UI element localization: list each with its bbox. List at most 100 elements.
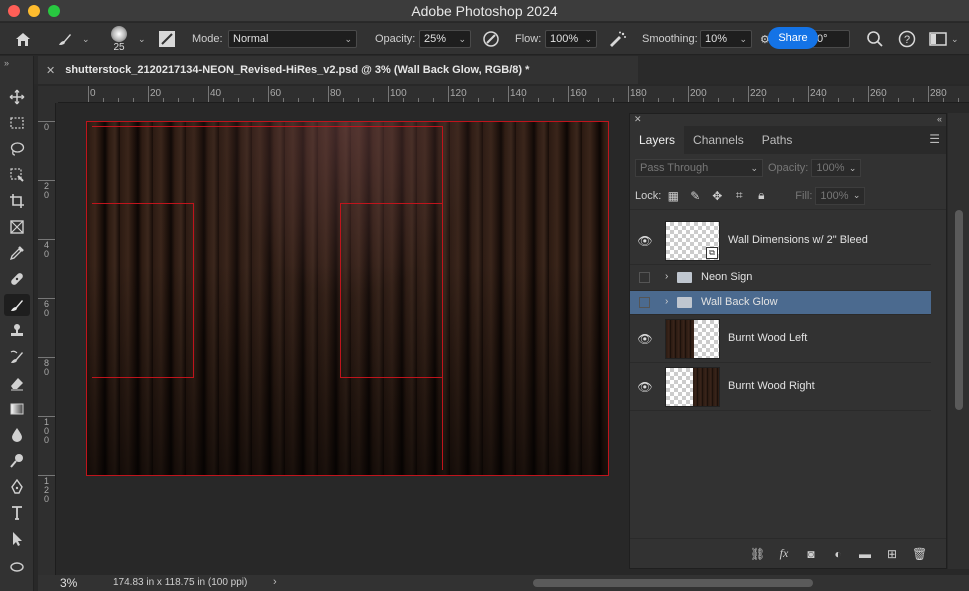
mode-select[interactable]: Normal ⌄ (228, 30, 357, 48)
link-layers-icon[interactable]: ⛓︎ (750, 547, 765, 561)
brush-tool[interactable] (4, 294, 30, 316)
close-window-button[interactable] (8, 5, 20, 17)
pen-tool[interactable] (4, 476, 30, 498)
eyedropper-tool[interactable] (4, 242, 30, 264)
add-mask-icon[interactable]: ◙ (804, 547, 818, 561)
tab-paths[interactable]: Paths (753, 126, 802, 154)
frame-tool[interactable] (4, 216, 30, 238)
close-icon[interactable]: ✕ (46, 64, 55, 77)
tab-layers[interactable]: Layers (630, 126, 685, 154)
eye-icon[interactable]: 👁︎ (637, 380, 653, 394)
type-tool[interactable] (4, 502, 30, 524)
visibility-toggle[interactable] (639, 272, 650, 283)
search-button[interactable] (866, 23, 884, 55)
ruler-minor-tick (463, 98, 464, 102)
ruler-minor-tick (763, 98, 764, 102)
delete-layer-icon[interactable]: 🗑︎ (912, 547, 927, 561)
minimize-window-button[interactable] (28, 5, 40, 17)
ruler-minor-tick (418, 98, 419, 102)
ruler-minor-tick (283, 98, 284, 102)
move-tool[interactable] (4, 86, 30, 108)
eye-icon[interactable]: 👁︎ (637, 332, 653, 346)
object-selection-tool[interactable] (4, 164, 30, 186)
eye-icon[interactable]: 👁︎ (637, 234, 653, 248)
document-tab[interactable]: ✕ shutterstock_2120217134-NEON_Revised-H… (38, 56, 638, 84)
chevron-down-icon[interactable]: ⌄ (138, 34, 146, 45)
path-selection-tool[interactable] (4, 528, 30, 550)
zoom-window-button[interactable] (48, 5, 60, 17)
layer-row-burnt-wood-left[interactable]: 👁︎ Burnt Wood Left (630, 315, 931, 363)
collapse-toolbar-icon[interactable]: » (4, 58, 9, 68)
lasso-tool[interactable] (4, 138, 30, 160)
airbrush-toggle[interactable] (607, 23, 627, 55)
flow-field[interactable]: 100% ⌄ (545, 30, 597, 48)
ruler-minor-tick (613, 98, 614, 102)
help-button[interactable]: ? (898, 23, 916, 55)
clone-stamp-tool[interactable] (4, 320, 30, 342)
new-group-icon[interactable]: ▬ (858, 547, 872, 561)
eraser-tool[interactable] (4, 372, 30, 394)
lock-artboard-icon[interactable]: ⌗ (733, 188, 745, 203)
blur-tool[interactable] (4, 424, 30, 446)
ruler-tick-mark (88, 86, 89, 102)
vertical-scrollbar[interactable] (955, 210, 963, 410)
shape-tool[interactable] (4, 554, 30, 576)
share-button[interactable]: Share (768, 27, 818, 49)
fill-field[interactable]: 100% ⌄ (815, 186, 866, 205)
lock-image-pixels-icon[interactable]: ✎ (689, 189, 701, 203)
gradient-tool[interactable] (4, 398, 30, 420)
horizontal-scrollbar[interactable] (533, 579, 813, 587)
brush-settings-toggle[interactable] (158, 23, 176, 55)
ruler-minor-tick (238, 98, 239, 102)
layer-row-neon-sign[interactable]: › Neon Sign (630, 265, 931, 291)
zoom-level[interactable]: 3% (60, 576, 77, 590)
ruler-minor-tick (493, 98, 494, 102)
pressure-opacity-toggle[interactable] (482, 23, 500, 55)
ruler-tick-label: 0 (44, 122, 50, 132)
layer-row-burnt-wood-right[interactable]: 👁︎ Burnt Wood Right (630, 363, 931, 411)
tab-channels[interactable]: Channels (684, 126, 753, 154)
ruler-tick-mark (928, 86, 929, 102)
adjustment-layer-icon[interactable]: ◐ (831, 547, 845, 561)
crop-tool[interactable] (4, 190, 30, 212)
chevron-down-icon: ⌄ (739, 33, 747, 44)
opacity-field[interactable]: 25% ⌄ (419, 30, 471, 48)
layer-row-wall-dimensions[interactable]: 👁︎ ⧉ Wall Dimensions w/ 2" Bleed (630, 217, 931, 265)
smoothing-field[interactable]: 10% ⌄ (700, 30, 752, 48)
ruler-tick-mark (268, 86, 269, 102)
chevron-down-icon: ⌄ (750, 162, 758, 173)
layer-opacity-field[interactable]: 100% ⌄ (811, 159, 862, 177)
workspace-switcher[interactable]: ⌄ (929, 23, 959, 55)
chevron-right-icon[interactable]: › (665, 271, 668, 282)
layer-row-wall-back-glow[interactable]: › Wall Back Glow (630, 291, 931, 315)
layer-style-icon[interactable]: fx (777, 546, 791, 561)
tool-preset-picker[interactable]: ⌄ (56, 23, 90, 55)
mode-label: Mode: (192, 33, 223, 45)
new-layer-icon[interactable]: ⊞ (885, 547, 899, 561)
title-bar: Adobe Photoshop 2024 (0, 0, 969, 22)
panel-menu-icon[interactable]: ☰ (929, 132, 940, 146)
ruler-tick-label: 4 0 (44, 240, 50, 259)
chevron-right-icon[interactable]: › (273, 576, 277, 588)
eyedropper-icon (9, 246, 24, 261)
chevron-right-icon[interactable]: › (665, 296, 668, 307)
lock-transparent-pixels-icon[interactable]: ▦ (667, 189, 679, 203)
healing-brush-tool[interactable] (4, 268, 30, 290)
brush-size-picker[interactable]: 25 (111, 23, 127, 55)
lock-position-icon[interactable]: ✥ (711, 189, 723, 203)
ruler-tick-label: 260 (870, 88, 887, 99)
ruler-minor-tick (223, 98, 224, 102)
history-brush-tool[interactable] (4, 346, 30, 368)
lock-all-icon[interactable]: 🔒︎ (755, 188, 767, 203)
dodge-tool[interactable] (4, 450, 30, 472)
close-panel-icon[interactable]: ✕ (634, 114, 642, 126)
home-button[interactable] (14, 23, 32, 55)
blend-mode-select[interactable]: Pass Through ⌄ (635, 159, 763, 177)
marquee-tool[interactable] (4, 112, 30, 134)
help-icon: ? (898, 30, 916, 48)
visibility-toggle[interactable] (639, 297, 650, 308)
collapse-panel-icon[interactable]: « (937, 114, 942, 126)
bleed-guide-top (92, 126, 442, 127)
ruler-tick-label: 140 (510, 88, 527, 99)
ruler-origin[interactable] (38, 86, 58, 103)
